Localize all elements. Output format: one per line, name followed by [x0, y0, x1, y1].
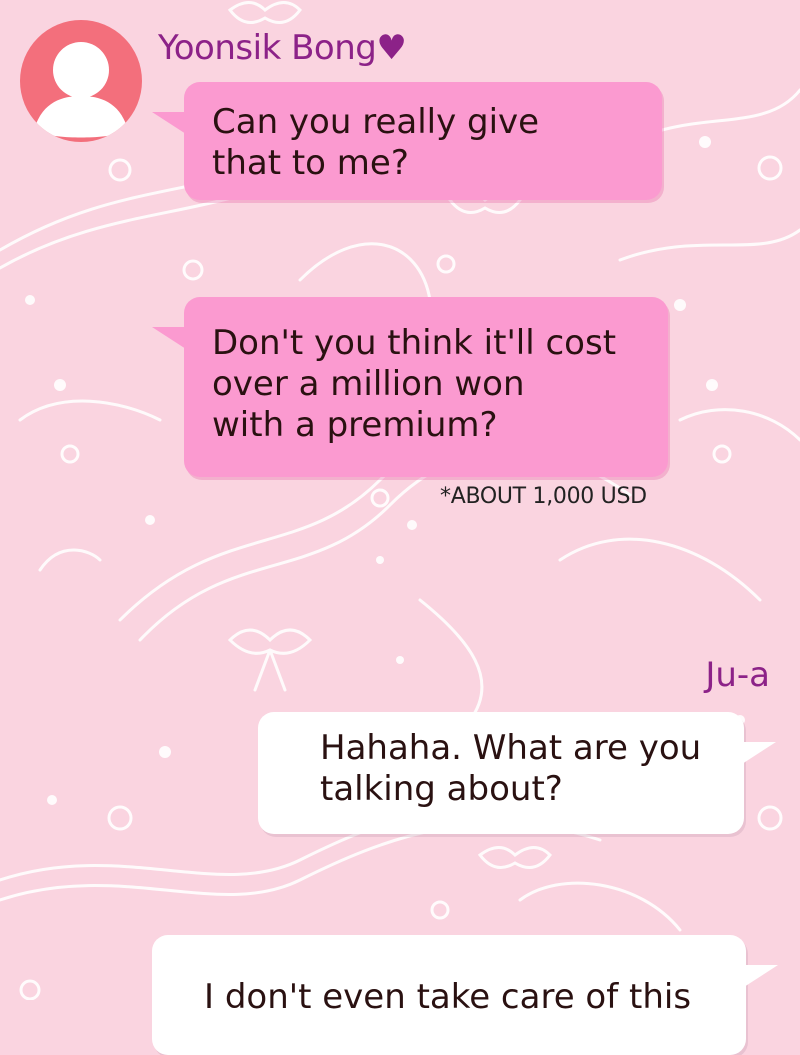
message-text-line: I don't even take care of this	[204, 977, 692, 1017]
bubble-tail	[742, 742, 776, 764]
outgoing-message-bubble: I don't even take care of this	[152, 935, 778, 1055]
message-text-line: Can you really give	[212, 102, 540, 142]
bubble-tail	[744, 965, 778, 987]
message-text-line: talking about?	[320, 769, 563, 809]
default-user-icon	[34, 42, 128, 138]
message-text-line: with a premium?	[212, 405, 498, 445]
sender-avatar[interactable]	[20, 20, 142, 142]
message-text-line: that to me?	[212, 143, 409, 183]
message-text-line: Don't you think it'll cost	[212, 323, 617, 363]
sender-name-yoonsik: Yoonsik Bong♥	[158, 28, 407, 68]
message-text-line: over a million won	[212, 364, 525, 404]
incoming-message-bubble: Can you really give that to me?	[152, 82, 662, 200]
message-text-line: Hahaha. What are you	[320, 728, 702, 768]
sender-name-jua: Ju-a	[705, 655, 770, 695]
bubble-tail	[152, 112, 186, 134]
translator-note: *ABOUT 1,000 USD	[440, 484, 647, 509]
outgoing-message-bubble: Hahaha. What are you talking about?	[258, 712, 776, 834]
bubble-tail	[152, 327, 186, 349]
incoming-message-bubble: Don't you think it'll cost over a millio…	[152, 297, 668, 477]
